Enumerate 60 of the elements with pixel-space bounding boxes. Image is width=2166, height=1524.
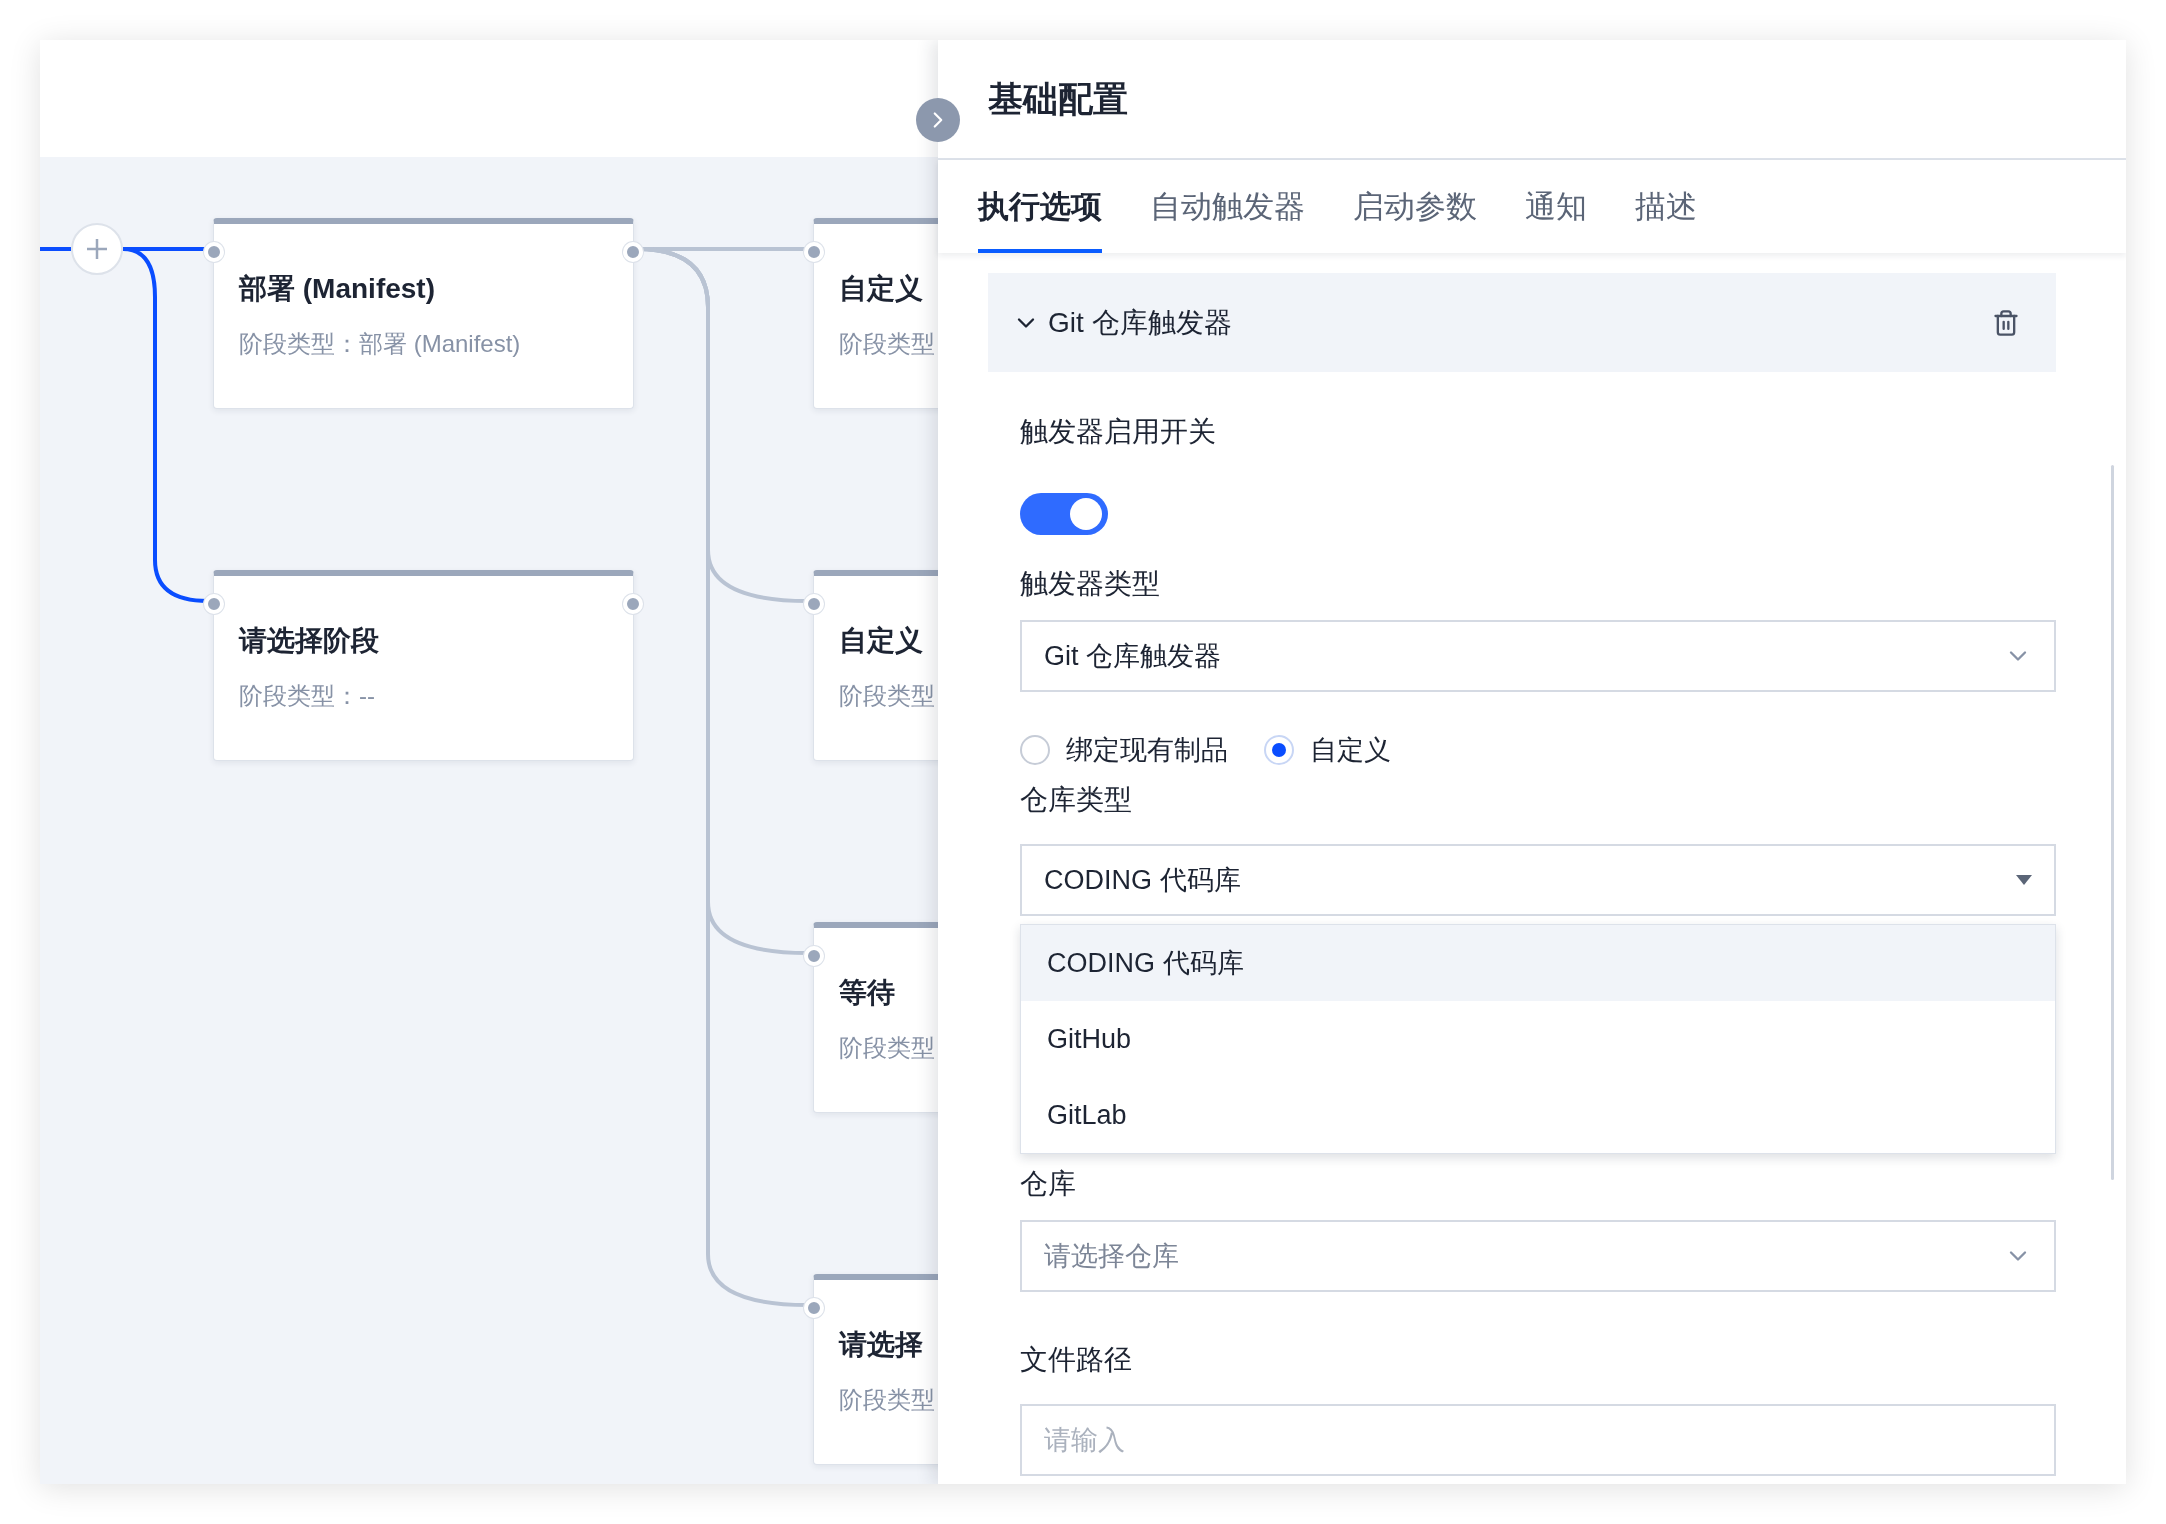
port-dot — [804, 242, 824, 262]
dropdown-option[interactable]: GitLab — [1021, 1077, 2055, 1153]
stage-title: 自定义 — [839, 272, 923, 306]
radio-label: 自定义 — [1310, 734, 1391, 767]
trash-icon[interactable] — [1992, 308, 2020, 337]
tab[interactable]: 自动触发器 — [1150, 160, 1305, 253]
add-stage-button[interactable] — [71, 223, 123, 275]
scrollbar[interactable] — [2111, 465, 2114, 1180]
tab[interactable]: 描述 — [1635, 160, 1697, 253]
stage-type: 阶段类型 — [839, 1033, 935, 1063]
tab[interactable]: 启动参数 — [1353, 160, 1477, 253]
collapse-button[interactable] — [916, 98, 960, 142]
port-dot — [623, 242, 643, 262]
toggle-switch[interactable] — [1020, 493, 1108, 535]
dropdown-option[interactable]: GitHub — [1021, 1001, 2055, 1077]
port-dot — [623, 594, 643, 614]
select-field[interactable]: 请选择仓库 — [1020, 1220, 2056, 1292]
select-field[interactable]: CODING 代码库 — [1020, 844, 2056, 916]
stage-type: 阶段类型：-- — [239, 681, 375, 711]
field-label: 仓库类型 — [1020, 783, 1133, 817]
caret-icon — [2016, 875, 2032, 885]
field-label: 文件路径 — [1020, 1343, 1133, 1377]
stage-card[interactable]: 请选择 阶段类型 — [813, 1274, 938, 1465]
stage-card[interactable]: 请选择阶段 阶段类型：-- — [213, 570, 634, 761]
stage-title: 等待 — [839, 976, 895, 1010]
stage-title: 请选择 — [839, 1328, 923, 1362]
tab[interactable]: 执行选项 — [978, 160, 1102, 253]
radio-button[interactable] — [1264, 735, 1294, 765]
plus-icon — [85, 237, 109, 261]
tab[interactable]: 通知 — [1525, 160, 1587, 253]
panel-title: 基础配置 — [988, 77, 1128, 120]
port-dot — [804, 1298, 824, 1318]
field-label: 仓库 — [1020, 1167, 1077, 1201]
radio-button[interactable] — [1020, 735, 1050, 765]
port-dot — [204, 242, 224, 262]
field-label: 触发器启用开关 — [1020, 415, 1217, 449]
stage-type: 阶段类型：部署 (Manifest) — [239, 329, 521, 359]
input-field[interactable]: 请输入 — [1020, 1404, 2056, 1476]
stage-title: 部署 (Manifest) — [239, 272, 435, 306]
dropdown-option[interactable]: CODING 代码库 — [1021, 925, 2055, 1001]
connector-line — [40, 247, 71, 251]
select-field[interactable]: Git 仓库触发器 — [1020, 620, 2056, 692]
port-dot — [204, 594, 224, 614]
stage-card[interactable]: 部署 (Manifest) 阶段类型：部署 (Manifest) — [213, 218, 634, 409]
section-header[interactable]: Git 仓库触发器 — [988, 273, 2056, 372]
stage-card[interactable]: 自定义 阶段类型 — [813, 570, 938, 761]
stage-type: 阶段类型 — [839, 681, 935, 711]
radio-option[interactable]: 自定义 — [1264, 732, 1391, 768]
stage-title: 自定义 — [839, 624, 923, 658]
stage-type: 阶段类型 — [839, 329, 935, 359]
stage-title: 请选择阶段 — [239, 624, 379, 658]
field-label: 触发器类型 — [1020, 567, 1161, 601]
radio-option[interactable]: 绑定现有制品 — [1020, 732, 1228, 768]
port-dot — [804, 946, 824, 966]
port-dot — [804, 594, 824, 614]
stage-type: 阶段类型 — [839, 1385, 935, 1415]
stage-card[interactable]: 等待 阶段类型 — [813, 922, 938, 1113]
stage-card[interactable]: 自定义 阶段类型 — [813, 218, 938, 409]
section-title: Git 仓库触发器 — [1048, 305, 1233, 340]
radio-label: 绑定现有制品 — [1066, 734, 1228, 767]
